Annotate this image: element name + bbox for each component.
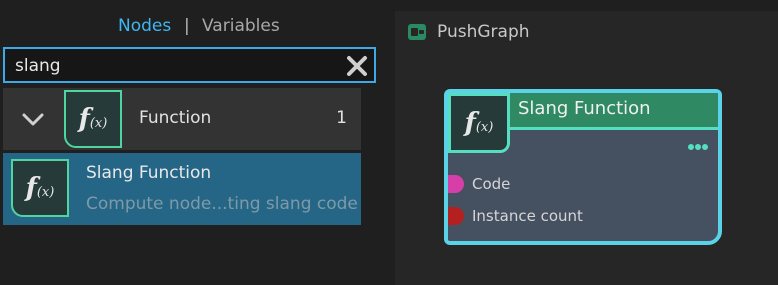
node-header[interactable]: Slang Function [506,93,718,130]
slang-function-node[interactable]: Slang Function f (x) Code Instance count [444,89,722,245]
search-result-slang-function[interactable]: f (x) Slang Function Compute node...ting … [3,153,361,225]
instance-count-input-port[interactable] [448,207,464,225]
function-icon: f (x) [448,93,510,153]
tab-nodes[interactable]: Nodes [118,16,171,36]
search-input[interactable] [15,55,335,77]
category-count: 1 [336,108,347,128]
graph-editor-panel[interactable]: PushGraph Slang Function f (x) Code Insta… [395,11,778,285]
node-browser-panel: Nodes | Variables f(x) Function 1 f(x) S… [0,0,381,285]
node-menu-icon[interactable] [688,135,710,150]
node-title: Slang Function [518,98,651,119]
port-label-code: Code [472,175,511,193]
port-label-instance-count: Instance count [472,207,583,225]
function-icon: f (x) [64,90,122,148]
clear-search-icon[interactable] [346,55,368,77]
graph-icon [408,24,426,40]
category-label: Function [139,108,212,128]
category-row-function[interactable]: f (x) Function 1 [3,88,361,150]
search-box[interactable] [3,47,376,83]
function-icon: f (x) [11,159,69,217]
tab-variables[interactable]: Variables [202,16,280,36]
code-input-port[interactable] [448,175,464,193]
tab-separator: | [184,16,190,36]
tab-bar: Nodes | Variables [0,0,381,50]
result-title: Slang Function [86,163,212,183]
chevron-down-icon[interactable] [21,110,45,128]
graph-title: PushGraph [437,22,530,42]
result-description: Compute node...ting slang code [86,194,358,214]
